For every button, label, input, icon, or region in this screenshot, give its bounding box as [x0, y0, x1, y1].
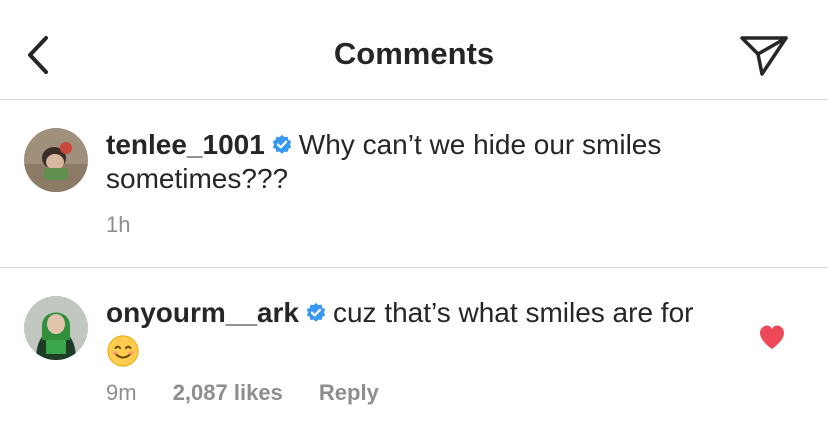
- smiling-face-emoji: [107, 335, 139, 367]
- avatar[interactable]: [24, 128, 88, 192]
- like-button[interactable]: [758, 324, 786, 350]
- reply-button[interactable]: Reply: [319, 380, 379, 405]
- comment-timestamp: 9m: [106, 380, 137, 405]
- caption-username[interactable]: tenlee_1001: [106, 129, 265, 160]
- comment-emoji-line: [106, 332, 746, 368]
- avatar-image: [24, 128, 88, 192]
- avatar[interactable]: [24, 296, 88, 360]
- avatar-image: [24, 296, 88, 360]
- header-bar: Comments: [0, 0, 828, 100]
- comment-meta: 9m 2,087 likes Reply: [106, 380, 409, 406]
- page-title: Comments: [333, 36, 495, 71]
- comment-text-block: onyourm__ark cuz that’s what smiles are f…: [106, 296, 746, 368]
- likes-count[interactable]: 2,087 likes: [173, 380, 283, 405]
- verified-badge-icon: [272, 134, 291, 154]
- paper-plane-icon: [740, 36, 788, 76]
- comment-username[interactable]: onyourm__ark: [106, 297, 299, 328]
- comment-item: onyourm__ark cuz that’s what smiles are f…: [0, 268, 828, 426]
- comment-body: cuz that’s what smiles are for: [332, 297, 694, 328]
- post-caption: tenlee_1001 Why can’t we hide our smiles …: [0, 100, 828, 268]
- caption-meta: 1h: [106, 212, 160, 238]
- share-button[interactable]: [738, 30, 790, 78]
- caption-timestamp: 1h: [106, 212, 131, 237]
- verified-badge-icon: [306, 302, 326, 322]
- heart-icon: [760, 325, 784, 349]
- caption-text-block: tenlee_1001 Why can’t we hide our smiles …: [106, 128, 746, 196]
